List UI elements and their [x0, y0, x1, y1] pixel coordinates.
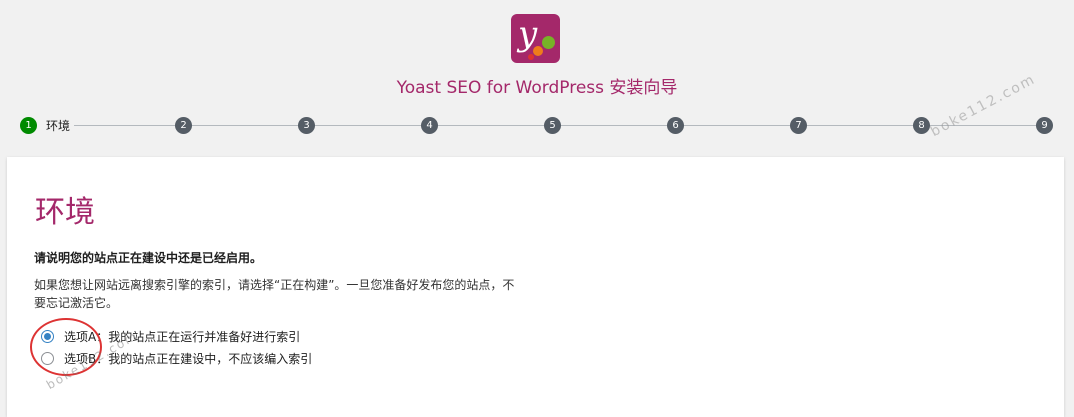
- environment-question: 请说明您的站点正在建设中还是已经启用。: [34, 251, 263, 265]
- logo-dot-red: [528, 54, 534, 60]
- step-2[interactable]: 2: [175, 117, 192, 134]
- step-7[interactable]: 7: [790, 117, 807, 134]
- step-1-label: 环境: [46, 118, 75, 134]
- stepper-line: [561, 125, 667, 126]
- wizard-title: Yoast SEO for WordPress 安装向导: [396, 78, 678, 98]
- stepper-line: [315, 125, 421, 126]
- logo-dot-orange: [533, 46, 543, 56]
- wizard-card: 环境 请说明您的站点正在建设中还是已经启用。 如果您想让网站远离搜索引擎的索引，…: [7, 157, 1064, 417]
- option-b-text: 我的站点正在建设中，不应该编入索引: [108, 351, 313, 366]
- stepper-line: [192, 125, 298, 126]
- step-9[interactable]: 9: [1036, 117, 1053, 134]
- stepper-line: [807, 125, 913, 126]
- step-4[interactable]: 4: [421, 117, 438, 134]
- stepper-line: [438, 125, 544, 126]
- step-5[interactable]: 5: [544, 117, 561, 134]
- stepper-line: [684, 125, 790, 126]
- step-3[interactable]: 3: [298, 117, 315, 134]
- yoast-logo: y: [511, 14, 560, 63]
- stepper-line: [74, 125, 175, 126]
- logo-dot-green: [542, 36, 555, 49]
- step-1[interactable]: 1: [20, 117, 37, 134]
- wizard-stepper: 1 环境 2 3 4 5 6 7 8 9: [0, 116, 1074, 136]
- card-title: 环境: [35, 195, 95, 230]
- step-6[interactable]: 6: [667, 117, 684, 134]
- environment-description: 如果您想让网站远离搜索引擎的索引，请选择“正在构建”。一旦您准备好发布您的站点，…: [34, 278, 515, 310]
